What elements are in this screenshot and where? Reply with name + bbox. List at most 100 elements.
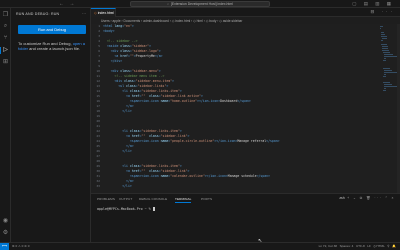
minimap[interactable] (380, 26, 399, 106)
extensions-icon[interactable]: ⊞ (2, 59, 9, 66)
run-debug-icon[interactable]: ▷ (0, 47, 9, 54)
code-token: class (120, 44, 130, 48)
code-token: <!-- sidebar --> (106, 39, 138, 43)
tab-index-html[interactable]: ◇index.html × (91, 8, 116, 17)
source-control-icon[interactable]: ⑂ (2, 35, 9, 42)
terminal-toolbar: zsh + ⌄ ⧉ 🗑 ··· ⌃ × (339, 196, 395, 200)
code-token: > (200, 94, 203, 98)
minimap-line (381, 46, 388, 47)
minimap-line (381, 36, 387, 37)
code-token: "sidebar-menu" (131, 69, 159, 73)
code-token: class (149, 134, 159, 138)
html-file-icon: ◇ (94, 11, 97, 15)
code-token: class (124, 79, 134, 83)
search-icon[interactable]: ⌕ (2, 23, 9, 30)
navigation-arrows[interactable]: ← → (59, 1, 76, 7)
code-lines[interactable]: <html lang="en"> <body> <!-- sidebar --> … (103, 24, 378, 193)
command-center-label: [Extension Development Host] index.html (170, 2, 233, 6)
code-token: <ul (118, 84, 127, 88)
minimap-line (380, 28, 382, 29)
sidebar-title: RUN AND DEBUG: RUN (16, 12, 60, 16)
code-token: </li> (122, 109, 132, 113)
account-icon[interactable]: ◉ (2, 218, 9, 225)
code-token: > (179, 89, 182, 93)
code-token: "en" (124, 24, 132, 28)
editor-status-items[interactable]: Ln 72, Col 38 Spaces: 4 UTF-8 LF {} HTML… (319, 243, 396, 250)
remote-indicator-icon[interactable]: ⟷ (0, 243, 9, 250)
minimap-line (383, 74, 387, 75)
code-line[interactable]: </li> (103, 149, 132, 154)
close-tab-icon[interactable]: × (111, 9, 113, 17)
tab-debug-console[interactable]: DEBUG CONSOLE (139, 197, 167, 201)
run-debug-sidebar: RUN AND DEBUG: RUN ··· Run and Debug To … (11, 8, 91, 242)
minimap-line (383, 68, 391, 69)
code-token: <li (122, 164, 130, 168)
more-actions-icon[interactable]: ··· (82, 11, 86, 16)
terminal-cursor (152, 207, 155, 211)
minimap-line (383, 58, 387, 59)
files-icon[interactable]: ❐ (2, 12, 9, 19)
help-text-end: and create a launch.json file. (28, 46, 81, 52)
code-token: "sidebar-links-item" (141, 164, 180, 168)
code-token: PropertyMe (135, 54, 155, 58)
problems-status[interactable]: ⊗ 0 ⚠ 0 ⊘ 0 (12, 243, 29, 250)
code-token: "sidebar-links-item" (141, 89, 180, 93)
code-line[interactable]: </div> (103, 59, 123, 64)
tab-ports[interactable]: PORTS (201, 197, 212, 201)
code-token: class (129, 89, 140, 93)
code-token: ></ion-icon> (204, 174, 228, 178)
minimap-line (383, 82, 391, 83)
code-token: "sidebar-logo" (131, 49, 159, 53)
code-token: <ion-icon (141, 139, 161, 143)
command-center[interactable]: ⌕ [Extension Development Host] index.htm… (130, 1, 270, 7)
code-token: Dashboard (220, 99, 238, 103)
line-number: 33 (96, 184, 100, 188)
code-line[interactable]: </li> (103, 109, 132, 114)
code-token: > (187, 169, 190, 173)
editor-actions[interactable]: ⊟ ··· (370, 9, 395, 15)
code-token: "calendar-outline" (170, 174, 205, 178)
run-and-debug-button[interactable]: Run and Debug (18, 25, 86, 34)
tab-output[interactable]: OUTPUT (119, 197, 132, 201)
status-bar: ⟷ ⊗ 0 ⚠ 0 ⊘ 0 Ln 72, Col 38 Spaces: 4 UT… (0, 242, 400, 250)
terminal-actions[interactable]: + ⌄ ⧉ 🗑 ··· ⌃ × (347, 196, 395, 200)
code-token: class (120, 49, 130, 53)
code-editor[interactable]: 1 2 3 4 5 6 7 8 9 10 11 12 13 14 15 16 17 18 19 20 21 22 23 24 2… (91, 24, 400, 193)
minimap-line (383, 52, 391, 53)
minimap-line (381, 48, 389, 49)
layout-toggle-icons[interactable]: ▢ ▤ ▥ ▦ (352, 1, 394, 7)
code-token: > (166, 84, 169, 88)
editor-tab-bar: ◇index.html × ⊟ ··· (91, 8, 400, 17)
tab-terminal[interactable]: TERMINAL (175, 197, 192, 203)
code-token: </a> (154, 54, 163, 58)
code-line[interactable]: <body> (103, 29, 115, 34)
terminal-prompt[interactable]: apple@MYPCs-MacBook-Pro ~ % (97, 207, 155, 211)
code-token: href (120, 54, 128, 58)
code-token: <div (114, 79, 125, 83)
code-token: > (187, 134, 190, 138)
code-line[interactable]: </li> (103, 184, 132, 189)
minimap-line (380, 32, 384, 33)
code-token: <span> (129, 139, 142, 143)
code-token: </div> (110, 59, 123, 63)
terminal-shell-label[interactable]: zsh (339, 196, 344, 200)
code-token: "home-outline" (170, 99, 198, 103)
minimap-line (383, 84, 392, 85)
tab-problems[interactable]: PROBLEMS (97, 197, 115, 201)
settings-icon[interactable]: ⚙ (2, 230, 9, 237)
minimap-line (382, 50, 389, 51)
